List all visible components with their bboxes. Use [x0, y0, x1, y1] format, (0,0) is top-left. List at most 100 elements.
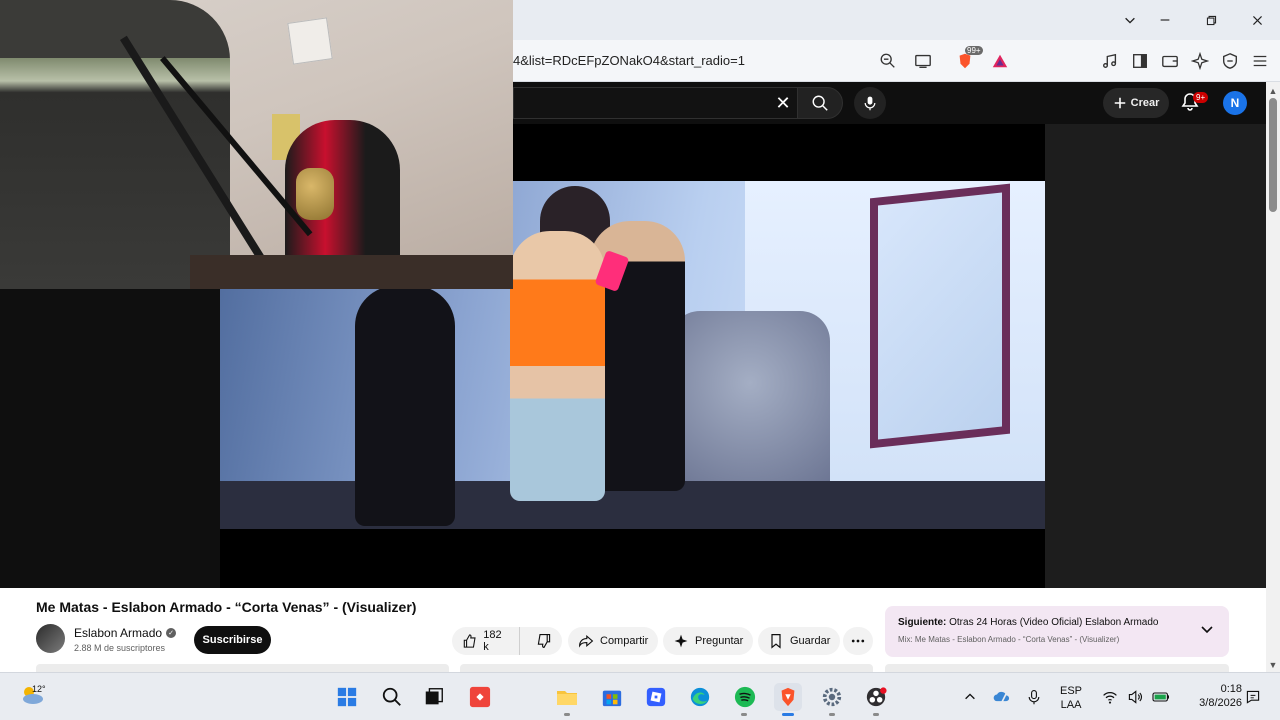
up-next-title: Siguiente: Otras 24 Horas (Video Oficial…	[898, 617, 1158, 628]
frame-mirror	[870, 183, 1010, 449]
save-button[interactable]: Guardar	[758, 627, 841, 655]
taskbar-running-indicator	[873, 713, 879, 716]
ask-button[interactable]: Preguntar	[663, 627, 754, 655]
microphone-tray-icon[interactable]	[1022, 683, 1046, 711]
channel-name[interactable]: Eslabon Armado	[74, 626, 162, 640]
account-avatar[interactable]: N	[1223, 91, 1247, 115]
search-button[interactable]	[797, 87, 843, 119]
notifications-badge: 9+	[1193, 92, 1209, 103]
verified-icon: ✓	[166, 628, 176, 638]
subscribe-button[interactable]: Suscribirse	[194, 626, 271, 654]
create-label: Crear	[1130, 97, 1160, 109]
cast-icon[interactable]	[912, 50, 934, 72]
bookmark-icon	[771, 634, 781, 649]
anydesk-icon[interactable]	[466, 683, 494, 711]
share-label: Compartir	[600, 635, 649, 647]
brave-taskbar-icon[interactable]	[774, 683, 802, 711]
brave-rewards-icon[interactable]	[989, 50, 1011, 72]
taskbar-search-icon[interactable]	[378, 683, 406, 711]
search-icon	[812, 95, 828, 111]
taskbar-running-indicator	[829, 713, 835, 716]
plus-icon	[1114, 97, 1125, 109]
menu-icon[interactable]	[1249, 50, 1271, 72]
save-label: Guardar	[790, 635, 831, 647]
close-window-icon[interactable]	[1244, 8, 1270, 32]
voice-search-button[interactable]	[854, 87, 886, 119]
like-dislike-group: 182 k	[452, 627, 562, 655]
task-view-icon[interactable]	[420, 683, 448, 711]
up-next-label: Siguiente:	[898, 617, 947, 628]
sparkle-icon	[674, 634, 688, 648]
file-explorer-icon[interactable]	[553, 683, 581, 711]
up-next-video-title: Otras 24 Horas (Video Oficial) Eslabon A…	[949, 617, 1159, 628]
up-next-mix: Mix: Me Matas - Eslabon Armado - “Corta …	[898, 635, 1120, 644]
url-text[interactable]: 4&list=RDcEFpZONakO4&start_radio=1	[513, 53, 745, 68]
frame-chair	[670, 311, 830, 491]
scroll-down-icon[interactable]: ▼	[1266, 658, 1280, 672]
tab-search-icon[interactable]	[1117, 8, 1143, 32]
zoom-icon[interactable]	[877, 50, 899, 72]
more-actions-button[interactable]	[843, 627, 873, 655]
windows-taskbar: 12° ESP LAA 0:18 3/8/2026	[0, 672, 1280, 720]
related-preview[interactable]	[885, 664, 1229, 672]
frame-figure	[355, 286, 455, 526]
like-button[interactable]: 182 k	[452, 627, 520, 655]
tray-chevron-up-icon[interactable]	[958, 683, 982, 711]
video-title: Me Matas - Eslabon Armado - “Corta Venas…	[36, 599, 417, 615]
chevron-down-icon[interactable]	[1199, 621, 1215, 637]
frame-figure	[510, 231, 605, 501]
clock[interactable]: 0:18 3/8/2026	[1182, 682, 1242, 710]
description-preview[interactable]	[36, 664, 449, 672]
wifi-icon[interactable]	[1098, 683, 1122, 711]
taskbar-running-indicator	[564, 713, 570, 716]
webcam-overlay	[0, 0, 513, 289]
search-input[interactable]	[513, 87, 797, 119]
brave-count-badge: 99+	[965, 46, 983, 55]
screen: 4&list=RDcEFpZONakO4&start_radio=1 99+ ✕…	[0, 0, 1280, 720]
scrollbar-thumb[interactable]	[1269, 98, 1277, 212]
roblox-icon[interactable]	[642, 683, 670, 711]
leo-ai-icon[interactable]	[1189, 50, 1211, 72]
minimize-icon[interactable]	[1152, 8, 1178, 32]
clear-search-icon[interactable]: ✕	[772, 92, 794, 114]
input-language-primary: ESP	[1060, 685, 1083, 697]
onedrive-icon[interactable]	[990, 683, 1014, 711]
brave-shields-icon[interactable]: 99+	[954, 46, 983, 72]
channel-avatar[interactable]	[36, 624, 65, 653]
wallet-icon[interactable]	[1159, 50, 1181, 72]
scroll-up-icon[interactable]: ▲	[1266, 84, 1280, 98]
input-language-secondary: LAA	[1060, 699, 1082, 711]
clock-time: 0:18	[1220, 683, 1242, 695]
microphone-icon	[864, 96, 876, 111]
video-info: Me Matas - Eslabon Armado - “Corta Venas…	[0, 588, 1266, 672]
microsoft-store-icon[interactable]	[598, 683, 626, 711]
media-icon[interactable]	[1099, 50, 1121, 72]
create-button[interactable]: Crear	[1103, 88, 1169, 118]
volume-icon[interactable]	[1123, 683, 1147, 711]
sidebar-icon[interactable]	[1129, 50, 1151, 72]
subscriber-count: 2.88 M de suscriptores	[74, 643, 166, 653]
weather-temp: 12°	[32, 684, 46, 694]
start-icon[interactable]	[333, 683, 361, 711]
spotify-icon[interactable]	[731, 683, 759, 711]
like-count: 182 k	[483, 629, 502, 653]
battery-icon[interactable]	[1149, 683, 1173, 711]
taskbar-active-indicator	[782, 713, 794, 716]
obs-icon[interactable]	[862, 683, 890, 711]
share-button[interactable]: Compartir	[568, 627, 659, 655]
dislike-button[interactable]	[526, 627, 562, 655]
comments-preview[interactable]	[460, 664, 873, 672]
thumbs-up-icon	[463, 634, 476, 648]
settings-icon[interactable]	[818, 683, 846, 711]
input-language[interactable]: ESP LAA	[1060, 684, 1082, 712]
clock-date: 3/8/2026	[1199, 697, 1242, 709]
more-dots-icon	[851, 639, 865, 643]
ask-label: Preguntar	[695, 635, 744, 647]
edge-icon[interactable]	[686, 683, 714, 711]
right-background	[1045, 124, 1266, 588]
up-next-card[interactable]: Siguiente: Otras 24 Horas (Video Oficial…	[885, 606, 1229, 657]
restore-icon[interactable]	[1198, 8, 1224, 32]
notification-center-icon[interactable]	[1242, 683, 1264, 711]
webcam-desk	[190, 255, 513, 289]
vpn-icon[interactable]	[1219, 50, 1241, 72]
